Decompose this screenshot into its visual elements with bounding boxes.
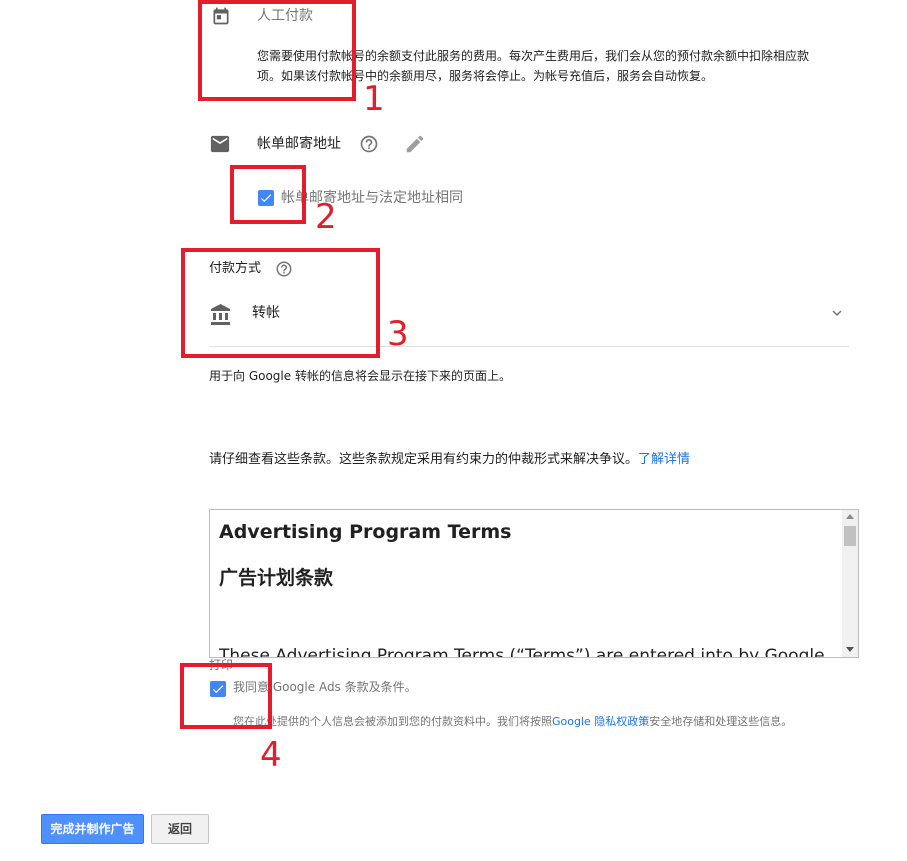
privacy-suffix: 安全地存储和处理这些信息。 bbox=[649, 715, 793, 728]
terms-heading-en: Advertising Program Terms bbox=[219, 521, 512, 543]
help-icon[interactable] bbox=[359, 134, 379, 154]
annotation-number-1: 1 bbox=[363, 79, 385, 119]
edit-icon[interactable] bbox=[404, 133, 426, 155]
payment-method-value: 转帐 bbox=[252, 305, 280, 321]
scroll-down-arrow-icon[interactable] bbox=[846, 647, 854, 652]
payment-method-divider bbox=[209, 346, 849, 347]
manual-payment-title: 人工付款 bbox=[257, 8, 313, 24]
terms-body-text: These Advertising Program Terms (“Terms”… bbox=[219, 646, 825, 658]
chevron-down-icon[interactable] bbox=[828, 304, 846, 322]
terms-scroll-box[interactable]: Advertising Program Terms 广告计划条款 These A… bbox=[209, 509, 859, 658]
annotation-number-4: 4 bbox=[260, 735, 282, 775]
print-link[interactable]: 打印 bbox=[209, 657, 233, 673]
payment-method-label: 付款方式 bbox=[209, 261, 262, 276]
manual-payment-description-line1: 您需要使用付款帐号的余额支付此服务的费用。每次产生费用后，我们会从您的预付款余额… bbox=[257, 49, 810, 63]
privacy-prefix: 您在此处提供的个人信息会被添加到您的付款资料中。我们将按照 bbox=[233, 715, 552, 728]
terms-scrollbar-thumb[interactable] bbox=[844, 526, 856, 546]
billing-same-checkbox[interactable] bbox=[258, 190, 274, 206]
help-icon[interactable] bbox=[275, 260, 293, 278]
agree-terms-checkbox[interactable] bbox=[210, 681, 226, 697]
billing-same-label[interactable]: 帐单邮寄地址与法定地址相同 bbox=[281, 188, 463, 208]
learn-more-link[interactable]: 了解详情 bbox=[638, 452, 690, 467]
check-icon bbox=[212, 685, 224, 694]
agree-terms-label[interactable]: 我同意 Google Ads 条款及条件。 bbox=[233, 677, 417, 697]
manual-payment-description: 您需要使用付款帐号的余额支付此服务的费用。每次产生费用后，我们会从您的预付款余额… bbox=[257, 46, 877, 86]
payment-method-select[interactable]: 转帐 bbox=[209, 295, 849, 345]
check-icon bbox=[260, 194, 272, 203]
bank-icon bbox=[211, 304, 230, 325]
scroll-up-arrow-icon[interactable] bbox=[846, 514, 854, 519]
terms-intro-text: 请仔细查看这些条款。这些条款规定采用有约束力的仲裁形式来解决争议。 bbox=[209, 452, 639, 467]
privacy-policy-link[interactable]: Google 隐私权政策 bbox=[552, 715, 649, 728]
manual-payment-description-line2: 项。如果该付款帐号中的余额用尽，服务将会停止。为帐号充值后，服务会自动恢复。 bbox=[257, 69, 714, 83]
terms-intro: 请仔细查看这些条款。这些条款规定采用有约束力的仲裁形式来解决争议。了解详情 bbox=[209, 450, 690, 470]
calendar-icon bbox=[213, 7, 229, 25]
terms-scrollbar[interactable] bbox=[842, 510, 858, 657]
mail-icon bbox=[210, 135, 230, 153]
terms-heading-zh: 广告计划条款 bbox=[219, 567, 334, 589]
back-button[interactable]: 返回 bbox=[151, 814, 209, 844]
privacy-notice: 您在此处提供的个人信息会被添加到您的付款资料中。我们将按照Google 隐私权政… bbox=[233, 713, 792, 731]
payment-method-note: 用于向 Google 转帐的信息将会显示在接下来的页面上。 bbox=[209, 369, 511, 383]
billing-address-label: 帐单邮寄地址 bbox=[257, 136, 341, 152]
finish-create-ad-button[interactable]: 完成并制作广告 bbox=[41, 814, 144, 844]
